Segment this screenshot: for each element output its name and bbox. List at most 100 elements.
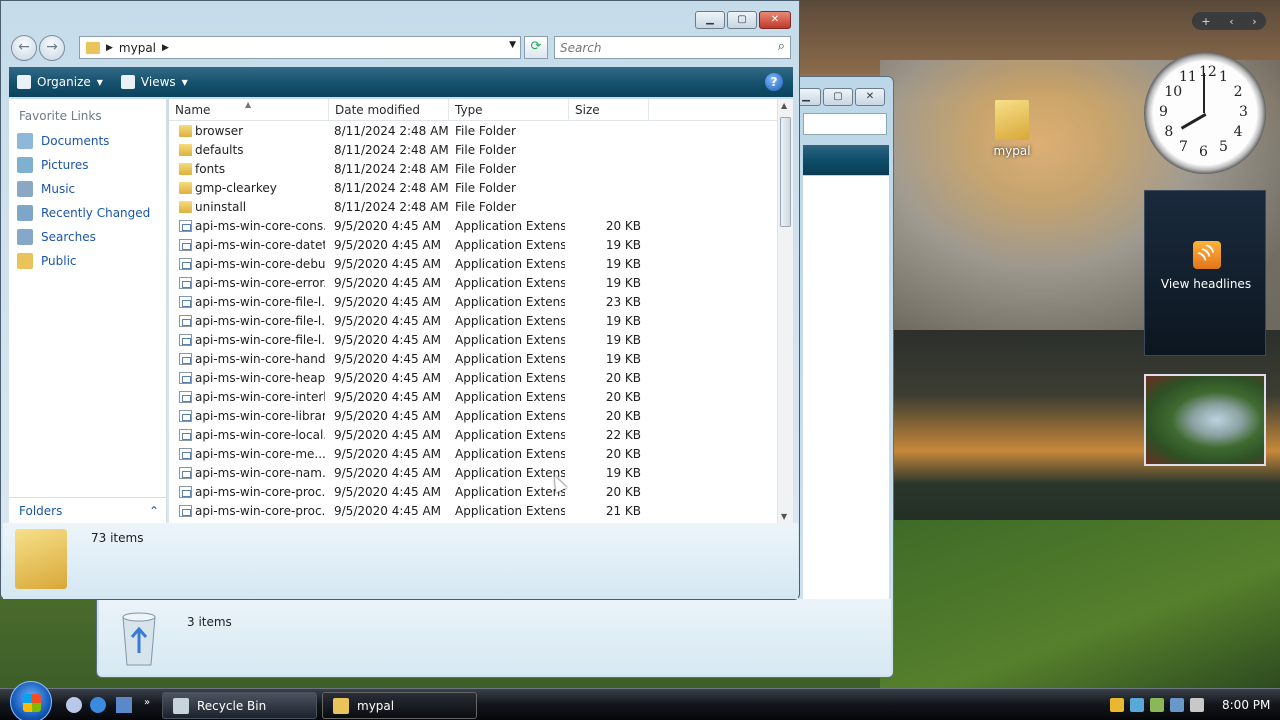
forward-button[interactable]: → bbox=[39, 35, 65, 61]
row-size: 21 KB bbox=[605, 504, 641, 518]
column-header-date[interactable]: Date modified bbox=[329, 99, 449, 121]
row-name: api-ms-win-core-datet... bbox=[195, 238, 325, 252]
row-date: 9/5/2020 4:45 AM bbox=[334, 371, 442, 385]
nav-link-public[interactable]: Public bbox=[17, 253, 77, 269]
column-header-size[interactable]: Size bbox=[569, 99, 649, 121]
folders-toggle[interactable]: Folders ⌃ bbox=[9, 497, 167, 523]
feed-headlines-gadget[interactable]: View headlines bbox=[1144, 190, 1266, 356]
file-rows: browser 8/11/2024 2:48 AM File Folder defau… bbox=[169, 122, 777, 521]
table-row[interactable]: api-ms-win-core-interl... 9/5/2020 4:45 A… bbox=[169, 388, 777, 407]
table-row[interactable]: api-ms-win-core-file-l... 9/5/2020 4:45 A… bbox=[169, 293, 777, 312]
table-row[interactable]: uninstall 8/11/2024 2:48 AM File Folder bbox=[169, 198, 777, 217]
column-header-name[interactable]: ▲ Name bbox=[169, 99, 329, 121]
table-row[interactable]: defaults 8/11/2024 2:48 AM File Folder bbox=[169, 141, 777, 160]
vertical-scrollbar[interactable]: ▲ ▼ bbox=[777, 99, 793, 523]
next-icon[interactable]: › bbox=[1252, 15, 1256, 28]
breadcrumb-arrow-icon[interactable]: ▶ bbox=[162, 43, 169, 53]
table-row[interactable]: browser 8/11/2024 2:48 AM File Folder bbox=[169, 122, 777, 141]
nav-link-music[interactable]: Music bbox=[17, 181, 75, 197]
table-row[interactable]: api-ms-win-core-librar... 9/5/2020 4:45 A… bbox=[169, 407, 777, 426]
nav-link-searches[interactable]: Searches bbox=[17, 229, 96, 245]
dll-file-icon bbox=[179, 315, 192, 327]
minimize-button[interactable]: ▁ bbox=[695, 11, 725, 29]
close-button[interactable]: ✕ bbox=[855, 88, 885, 106]
explorer-window[interactable]: ▁ ▢ ✕ ← → ▶ mypal ▶ ▼ ⟳ ⌕ Organize ▼ Vie… bbox=[0, 0, 800, 600]
table-row[interactable]: api-ms-win-core-debu... 9/5/2020 4:45 AM A… bbox=[169, 255, 777, 274]
nav-link-documents[interactable]: Documents bbox=[17, 133, 109, 149]
table-row[interactable]: api-ms-win-core-datet... 9/5/2020 4:45 AM… bbox=[169, 236, 777, 255]
switch-user-icon[interactable] bbox=[66, 697, 82, 713]
clock-time[interactable]: 8:00 PM bbox=[1222, 698, 1270, 712]
table-row[interactable]: api-ms-win-core-local... 9/5/2020 4:45 AM… bbox=[169, 426, 777, 445]
back-button[interactable]: ← bbox=[11, 35, 37, 61]
internet-explorer-icon[interactable] bbox=[90, 697, 106, 713]
windows-update-icon[interactable] bbox=[1130, 697, 1144, 712]
scroll-down-icon[interactable]: ▼ bbox=[781, 512, 787, 521]
table-row[interactable]: api-ms-win-core-proc... 9/5/2020 4:45 AM A… bbox=[169, 483, 777, 502]
add-gadget-icon[interactable]: + bbox=[1201, 15, 1210, 28]
row-name: api-ms-win-core-librar... bbox=[195, 409, 325, 423]
organize-button[interactable]: Organize ▼ bbox=[17, 75, 103, 89]
row-type: File Folder bbox=[455, 181, 516, 195]
taskbar-button-mypal[interactable]: mypal bbox=[322, 692, 477, 719]
clock-numeral: 8 bbox=[1164, 124, 1174, 140]
sidebar-controls[interactable]: + ‹ › bbox=[1192, 12, 1266, 30]
network-icon[interactable] bbox=[1170, 697, 1184, 712]
address-bar[interactable]: ▶ mypal ▶ ▼ bbox=[79, 36, 521, 59]
help-icon[interactable]: ? bbox=[765, 73, 783, 91]
row-size: 19 KB bbox=[605, 257, 641, 271]
views-button[interactable]: Views ▼ bbox=[120, 75, 188, 89]
clock-gadget[interactable]: 12 1 2 3 4 5 6 7 8 9 10 11 bbox=[1144, 52, 1266, 174]
chevron-right-icon[interactable]: » bbox=[144, 697, 160, 713]
scroll-thumb[interactable] bbox=[780, 117, 791, 227]
command-bar: Organize ▼ Views ▼ ? bbox=[9, 67, 793, 97]
sidebar-tray-icon[interactable] bbox=[1150, 697, 1164, 712]
row-type: Application Extens... bbox=[455, 219, 565, 233]
nav-link-recently-changed[interactable]: Recently Changed bbox=[17, 205, 150, 221]
row-name: api-ms-win-core-hand... bbox=[195, 352, 325, 366]
slideshow-gadget[interactable] bbox=[1144, 374, 1266, 466]
breadcrumb-mypal[interactable]: mypal bbox=[119, 41, 156, 55]
start-button[interactable] bbox=[10, 681, 52, 720]
file-list[interactable]: ▲ Name Date modified Type Size browser 8/… bbox=[169, 99, 793, 523]
search-box[interactable]: ⌕ bbox=[554, 36, 791, 59]
table-row[interactable]: fonts 8/11/2024 2:48 AM File Folder bbox=[169, 160, 777, 179]
address-dropdown-icon[interactable]: ▼ bbox=[509, 40, 516, 50]
table-row[interactable]: api-ms-win-core-heap... 9/5/2020 4:45 AM A… bbox=[169, 369, 777, 388]
table-row[interactable]: api-ms-win-core-nam... 9/5/2020 4:45 AM Ap… bbox=[169, 464, 777, 483]
table-row[interactable]: api-ms-win-core-file-l... 9/5/2020 4:45 A… bbox=[169, 312, 777, 331]
column-header-type[interactable]: Type bbox=[449, 99, 569, 121]
table-row[interactable]: api-ms-win-core-error... 9/5/2020 4:45 AM… bbox=[169, 274, 777, 293]
breadcrumb-arrow-icon[interactable]: ▶ bbox=[106, 43, 113, 53]
table-row[interactable]: api-ms-win-core-me... 9/5/2020 4:45 AM App… bbox=[169, 445, 777, 464]
table-row[interactable]: api-ms-win-core-proc... 9/5/2020 4:45 AM A… bbox=[169, 502, 777, 521]
row-type: Application Extens... bbox=[455, 276, 565, 290]
close-button[interactable]: ✕ bbox=[759, 11, 791, 29]
search-icon[interactable]: ⌕ bbox=[778, 39, 785, 54]
prev-icon[interactable]: ‹ bbox=[1229, 15, 1233, 28]
scroll-up-icon[interactable]: ▲ bbox=[781, 101, 787, 110]
row-date: 9/5/2020 4:45 AM bbox=[334, 314, 442, 328]
search-input-back[interactable] bbox=[803, 113, 887, 135]
volume-muted-icon[interactable] bbox=[1190, 697, 1204, 712]
maximize-button[interactable]: ▢ bbox=[727, 11, 757, 29]
security-shield-icon[interactable] bbox=[1110, 697, 1124, 712]
table-row[interactable]: api-ms-win-core-cons... 9/5/2020 4:45 AM A… bbox=[169, 217, 777, 236]
table-row[interactable]: gmp-clearkey 8/11/2024 2:48 AM File Folder bbox=[169, 179, 777, 198]
nav-link-pictures[interactable]: Pictures bbox=[17, 157, 89, 173]
search-input[interactable] bbox=[555, 37, 755, 58]
dll-file-icon bbox=[179, 486, 192, 498]
public-folder-icon bbox=[17, 253, 33, 269]
documents-icon bbox=[17, 133, 33, 149]
organize-label: Organize bbox=[37, 75, 91, 89]
show-desktop-icon[interactable] bbox=[116, 697, 132, 713]
nav-link-label: Recently Changed bbox=[41, 206, 151, 220]
taskbar-button-recycle-bin[interactable]: Recycle Bin bbox=[162, 692, 317, 719]
maximize-button[interactable]: ▢ bbox=[823, 88, 853, 106]
refresh-button[interactable]: ⟳ bbox=[524, 36, 548, 59]
row-name: api-ms-win-core-file-l... bbox=[195, 314, 325, 328]
row-date: 9/5/2020 4:45 AM bbox=[334, 409, 442, 423]
table-row[interactable]: api-ms-win-core-file-l... 9/5/2020 4:45 A… bbox=[169, 331, 777, 350]
table-row[interactable]: api-ms-win-core-hand... 9/5/2020 4:45 AM A… bbox=[169, 350, 777, 369]
desktop-folder-mypal[interactable]: mypal bbox=[990, 100, 1034, 158]
